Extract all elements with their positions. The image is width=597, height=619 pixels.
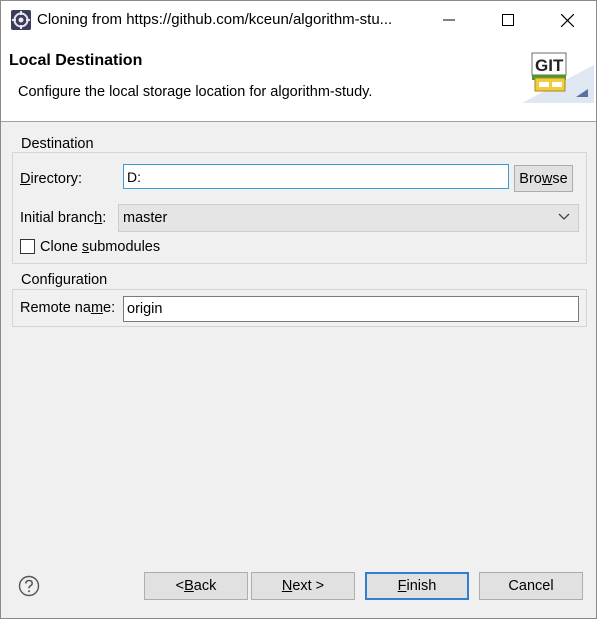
eclipse-app-icon <box>11 10 31 30</box>
directory-redaction <box>141 169 391 183</box>
clone-sub-label-pre: Clone <box>40 239 82 255</box>
close-icon <box>560 13 574 27</box>
browse-label-post: se <box>552 170 568 187</box>
next-button[interactable]: Next > <box>251 572 355 600</box>
remote-label-mnemonic: m <box>90 300 104 316</box>
next-label-mnemonic: N <box>281 578 293 594</box>
window-title: Cloning from https://github.com/kceun/al… <box>37 11 393 28</box>
clone-sub-label-post: ubmodules <box>89 239 161 255</box>
clone-dialog-window: Cloning from https://github.com/kceun/al… <box>0 0 597 619</box>
browse-button[interactable]: Bro w se <box>514 165 573 192</box>
finish-button[interactable]: Finish <box>365 572 469 600</box>
remote-name-input[interactable] <box>123 296 579 322</box>
minimize-icon <box>443 19 455 21</box>
page-description: Configure the local storage location for… <box>18 84 373 100</box>
git-logo-text: GIT <box>535 56 564 75</box>
branch-label-post: : <box>102 210 107 226</box>
configuration-group-label: Configuration <box>19 272 110 288</box>
next-label-post: ext > <box>292 578 325 594</box>
back-label-post: ack <box>193 578 217 594</box>
clone-submodules-checkbox[interactable] <box>20 239 35 254</box>
initial-branch-label: Initial branch: <box>20 210 106 226</box>
browse-label-pre: Bro <box>519 170 542 187</box>
branch-label-pre: Initial branc <box>20 210 95 226</box>
git-logo-icon: GIT <box>522 52 594 103</box>
destination-group-label: Destination <box>19 136 96 152</box>
remote-label-pre: Remote na <box>20 300 91 316</box>
title-bar[interactable]: Cloning from https://github.com/kceun/al… <box>1 1 596 39</box>
finish-label-mnemonic: F <box>397 578 407 594</box>
minimize-button[interactable] <box>420 1 478 39</box>
back-label-mnemonic: B <box>184 578 194 594</box>
directory-label: Directory: <box>20 171 82 187</box>
clone-submodules-label[interactable]: Clone submodules <box>40 239 160 255</box>
help-icon[interactable] <box>18 575 40 597</box>
wizard-banner: Local Destination Configure the local st… <box>1 39 596 122</box>
cancel-label: Cancel <box>508 578 554 594</box>
directory-label-post: irectory: <box>30 171 83 187</box>
chevron-down-icon <box>558 213 570 220</box>
cancel-button[interactable]: Cancel <box>479 572 583 600</box>
maximize-icon <box>502 14 514 26</box>
finish-label-post: inish <box>406 578 437 594</box>
page-title: Local Destination <box>9 52 143 69</box>
maximize-button[interactable] <box>479 1 537 39</box>
remote-label-post: e: <box>103 300 116 316</box>
remote-name-label: Remote name: <box>20 300 115 316</box>
directory-label-mnemonic: D <box>20 171 31 187</box>
back-button[interactable]: < Back <box>144 572 248 600</box>
close-button[interactable] <box>538 1 596 39</box>
back-label-pre: < <box>175 578 185 594</box>
initial-branch-select[interactable]: master <box>118 204 579 232</box>
branch-selected-value: master <box>123 210 168 226</box>
browse-label-mnemonic: w <box>541 170 553 187</box>
